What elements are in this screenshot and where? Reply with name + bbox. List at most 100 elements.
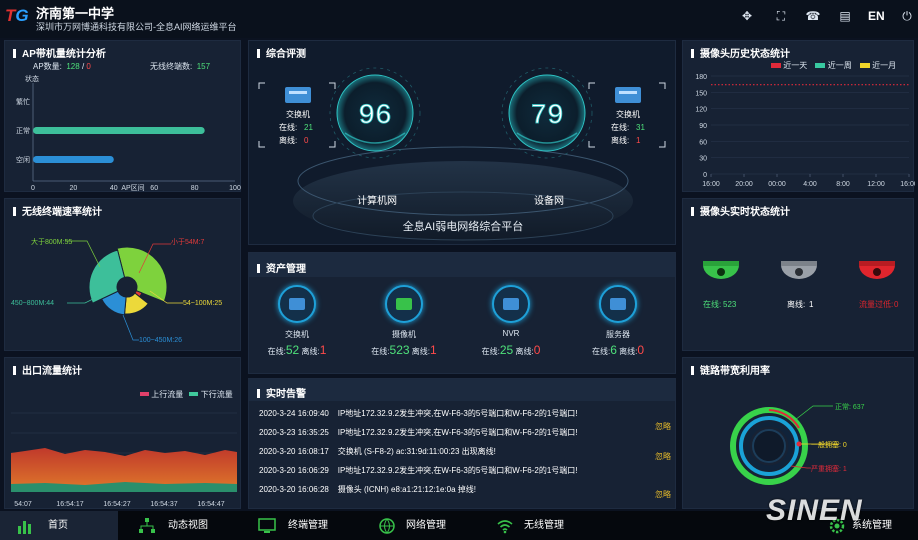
phone-icon[interactable]: ☎: [804, 9, 822, 23]
switch-right-label: 交换机: [616, 109, 640, 119]
nav-wireless[interactable]: 无线管理: [488, 511, 598, 540]
down-flow-area: [11, 482, 237, 492]
page-subtitle: 深圳市万网博通科技有限公司-全息AI网络运维平台: [36, 22, 237, 32]
hist-xtick: 20:00: [735, 181, 753, 188]
switch-right-icon: [615, 87, 641, 103]
sinen-watermark-logo: SINEN: [766, 494, 863, 527]
ap-xtick: 100: [229, 185, 241, 192]
hist-ytick: 30: [699, 156, 707, 163]
ignore-button[interactable]: 忽略: [655, 489, 671, 500]
topology-icon: [139, 518, 155, 533]
hist-xtick: 16:00: [900, 181, 915, 188]
ap-category: 正常: [16, 126, 30, 135]
export-icon[interactable]: ▤: [836, 9, 854, 23]
ap-ylabel: 状态: [25, 74, 39, 83]
asset-icon-1: [385, 285, 423, 323]
svg-text:0: 0: [304, 136, 309, 145]
rate-pie-chart: 大于800M:55 小于54M:7 54~100M:25 100~450M:26…: [11, 237, 222, 344]
rate-panel: 无线终端速率统计 大于800M:55 小于54M:7 54~100M:25 10…: [4, 198, 241, 351]
ap-xtick: 0: [31, 185, 35, 192]
asset-0[interactable]: 交换机 在线:52 离线:1: [247, 283, 347, 373]
language-toggle[interactable]: EN: [868, 9, 885, 23]
flow-xtick: 16:54:47: [197, 501, 224, 508]
flow-xtick: 16:54:27: [103, 501, 130, 508]
svg-text:离线:: 离线:: [279, 135, 297, 145]
link-severe: 严重拥塞: 1: [811, 464, 847, 473]
alarm-row: 2020-3-20 16:08:17 交换机 (S-F8-2) ac:31:9d…: [259, 447, 671, 461]
svg-text:在线:: 在线:: [279, 122, 297, 132]
asset-1[interactable]: 摄像机 在线:523 离线:1: [354, 283, 454, 373]
nav-dynamic-view[interactable]: 动态视图: [128, 511, 238, 540]
header: TG 济南第一中学 深圳市万网博通科技有限公司-全息AI网络运维平台 ✥ ⛶ ☎…: [0, 0, 918, 38]
alarm-row: 2020-3-24 16:09:40 IP地址172.32.9.2发生冲突,在W…: [259, 409, 578, 418]
ap-panel: AP带机量统计分析 AP数量: 128 / 0 无线终端数: 157 状态 02…: [4, 40, 241, 192]
alarms-title: 实时告警: [257, 385, 306, 400]
globe-icon: [379, 518, 395, 534]
rate-slice: [124, 292, 150, 315]
hist-ytick: 180: [695, 74, 707, 81]
ap-xtick: 80: [191, 185, 199, 192]
net-computer: 计算机网: [357, 194, 397, 207]
net-device: 设备网: [534, 194, 564, 207]
camera-offline-icon: [781, 261, 817, 279]
nav-terminal[interactable]: 终端管理: [248, 511, 358, 540]
platform-label: 全息AI弱电网络综合平台: [403, 219, 523, 233]
rate-label-1: 大于800M:55: [31, 237, 72, 246]
ap-category: 繁忙: [16, 97, 30, 106]
assets-panel: 资产管理 交换机 在线:52 离线:1 摄像机 在线:523 离线:1 NVR 在线:25…: [248, 252, 676, 374]
asset-icon-2: [492, 285, 530, 323]
ap-bar: [33, 156, 114, 163]
rate-label-4: 100~450M:26: [139, 337, 182, 344]
switch-left-icon: [285, 87, 311, 103]
assets-title: 资产管理: [257, 260, 306, 275]
hist-ytick: 60: [699, 139, 707, 146]
svg-text:在线:: 在线:: [611, 122, 629, 132]
nav-network[interactable]: 网络管理: [368, 511, 478, 540]
asset-3[interactable]: 服务器 在线:6 离线:0: [568, 283, 668, 373]
svg-text:离线:: 离线:: [611, 135, 629, 145]
ap-category: 空闲: [16, 155, 30, 164]
flow-xtick: 54:07: [14, 501, 32, 508]
flow-xtick: 16:54:17: [56, 501, 83, 508]
flow-area-chart: 54:07 16:54:17 16:54:27 16:54:37 16:54:47: [11, 412, 237, 508]
camera-online-icon: [703, 261, 739, 279]
svg-text:523: 523: [723, 300, 737, 309]
ignore-button[interactable]: 忽略: [655, 451, 671, 462]
hist-ytick: 150: [695, 90, 707, 97]
svg-text:流量过低:: 流量过低:: [859, 299, 893, 309]
svg-text:1: 1: [636, 136, 641, 145]
link-graphic: 正常: 637 一般拥塞: 0 严重拥塞: 1: [730, 402, 865, 485]
logout-icon[interactable]: ⏻: [898, 9, 916, 23]
asset-icon-3: [599, 285, 637, 323]
score-left: 96: [358, 101, 392, 132]
hist-xtick: 8:00: [836, 181, 850, 188]
link-warn: 一般拥塞: 0: [811, 440, 847, 449]
cam-rt-graphic: 在线: 523 离线: 1 流量过低: 0: [703, 261, 899, 309]
hist-xtick: 00:00: [768, 181, 786, 188]
hist-xtick: 12:00: [867, 181, 885, 188]
fullscreen-icon[interactable]: ⛶: [772, 9, 790, 23]
switch-left-label: 交换机: [286, 109, 310, 119]
rate-label-2: 小于54M:7: [171, 237, 205, 246]
overview-panel: 综合评测 96 79 交换机 在线: 21 离线: 0 交换机 在线: 31 离…: [248, 40, 676, 245]
hist-ytick: 0: [703, 172, 707, 179]
alarm-row: 2020-3-20 16:06:28 摄像头 (ICNH) e8:a1:21:1…: [259, 485, 671, 499]
alarms-panel: 实时告警 2020-3-24 16:09:40 IP地址172.32.9.2发生…: [248, 378, 676, 509]
bar-chart-icon: [18, 521, 31, 534]
flow-xtick: 16:54:37: [150, 501, 177, 508]
alarm-row: 2020-3-20 16:06:29 IP地址172.32.9.2发生冲突,在W…: [259, 466, 578, 475]
link-normal: 正常: 637: [835, 402, 865, 411]
svg-text:离线:: 离线:: [787, 299, 805, 309]
asset-2[interactable]: NVR 在线:25 离线:0: [461, 283, 561, 373]
asset-icon-0: [278, 285, 316, 323]
svg-text:在线:: 在线:: [703, 299, 721, 309]
move-icon[interactable]: ✥: [738, 9, 756, 23]
flow-panel: 出口流量统计 上行流量 下行流量 54:07 16:54:17 16:54:27 16…: [4, 357, 241, 509]
nav-home[interactable]: 首页: [0, 511, 118, 540]
ap-xtick: 60: [150, 185, 158, 192]
svg-text:0: 0: [894, 300, 899, 309]
ignore-button[interactable]: 忽略: [655, 421, 671, 432]
monitor-icon: [258, 518, 276, 533]
ap-xtick: 20: [70, 185, 78, 192]
hist-ytick: 120: [695, 107, 707, 114]
